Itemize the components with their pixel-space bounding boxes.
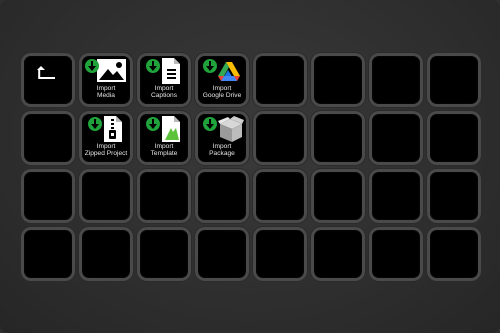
empty-key[interactable] [24, 230, 72, 278]
empty-key[interactable] [24, 114, 72, 162]
empty-key[interactable] [372, 56, 420, 104]
empty-key[interactable] [24, 172, 72, 220]
empty-key[interactable] [430, 56, 478, 104]
import-template-key[interactable]: Import Template [140, 114, 188, 162]
import-zipped-project-key[interactable]: Import Zipped Project [82, 114, 130, 162]
empty-key[interactable] [140, 172, 188, 220]
key-label: Import Template [150, 143, 178, 158]
zip-file-icon [88, 116, 122, 142]
empty-key[interactable] [256, 56, 304, 104]
key-label: Import Package [209, 143, 235, 158]
import-package-key[interactable]: Import Package [198, 114, 246, 162]
image-icon [85, 59, 126, 82]
template-icon [146, 116, 180, 142]
empty-key[interactable] [430, 230, 478, 278]
empty-key[interactable] [314, 114, 362, 162]
back-key[interactable] [24, 56, 72, 104]
empty-key[interactable] [314, 172, 362, 220]
empty-key[interactable] [430, 114, 478, 162]
empty-key[interactable] [140, 230, 188, 278]
empty-key[interactable] [314, 230, 362, 278]
package-box-icon [203, 116, 244, 142]
empty-key[interactable] [372, 172, 420, 220]
key-label: Import Media [96, 85, 116, 100]
empty-key[interactable] [82, 230, 130, 278]
stream-deck-panel: Import Media Import Captions Import Google … [0, 0, 500, 333]
key-label: Import Captions [150, 85, 178, 100]
import-media-key[interactable]: Import Media [82, 56, 130, 104]
document-icon [146, 58, 180, 84]
empty-key[interactable] [314, 56, 362, 104]
back-arrow-icon [37, 66, 55, 79]
empty-key[interactable] [198, 172, 246, 220]
key-label: Import Zipped Project [84, 143, 128, 158]
empty-key[interactable] [256, 230, 304, 278]
google-drive-icon [203, 59, 240, 81]
empty-key[interactable] [256, 114, 304, 162]
empty-key[interactable] [430, 172, 478, 220]
empty-key[interactable] [256, 172, 304, 220]
empty-key[interactable] [372, 114, 420, 162]
empty-key[interactable] [82, 172, 130, 220]
empty-key[interactable] [198, 230, 246, 278]
empty-key[interactable] [372, 230, 420, 278]
import-captions-key[interactable]: Import Captions [140, 56, 188, 104]
key-label: Import Google Drive [202, 85, 242, 100]
import-google-drive-key[interactable]: Import Google Drive [198, 56, 246, 104]
